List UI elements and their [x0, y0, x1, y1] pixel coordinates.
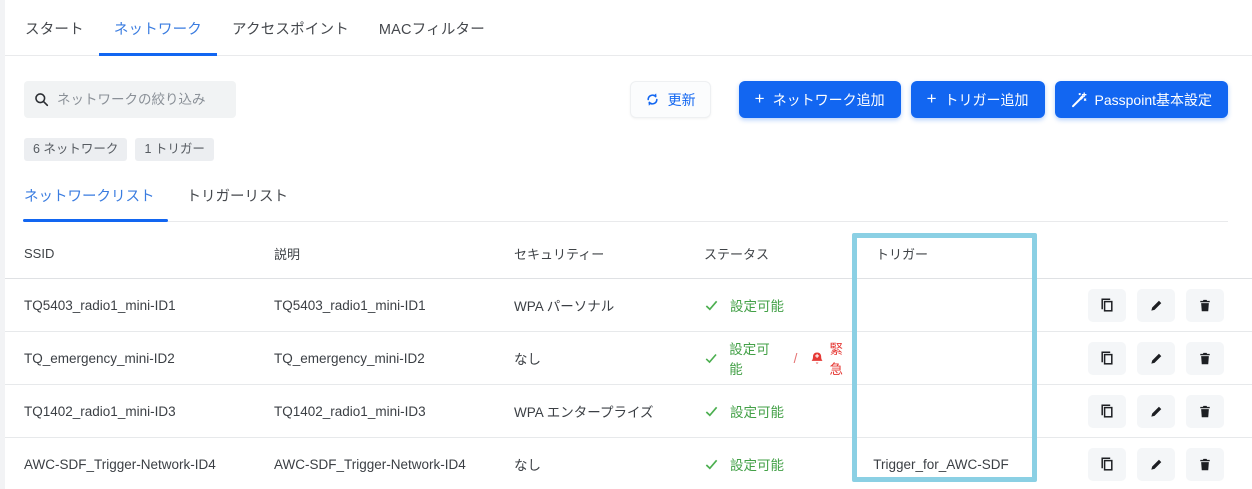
- ssid-cell: AWC-SDF_Trigger-Network-ID4: [24, 456, 216, 472]
- description-cell: TQ1402_radio1_mini-ID3: [274, 403, 426, 419]
- plus-icon: +: [754, 89, 765, 108]
- subtab-trigger-list[interactable]: トリガーリスト: [187, 171, 289, 222]
- description-cell: AWC-SDF_Trigger-Network-ID4: [274, 456, 466, 472]
- pencil-icon: [1150, 459, 1161, 470]
- copy-icon: [1101, 404, 1113, 418]
- check-icon: [705, 353, 717, 363]
- network-count-badge: 6 ネットワーク: [24, 138, 128, 161]
- pencil-icon: [1150, 300, 1161, 311]
- trigger-cell: Trigger_for_AWC-SDF: [873, 456, 1009, 472]
- summary-badges: 6 ネットワーク 1 トリガー: [0, 138, 1252, 161]
- add-network-label: ネットワーク追加: [772, 91, 885, 108]
- table-row: TQ_emergency_mini-ID2 TQ_emergency_mini-…: [0, 332, 1252, 385]
- emergency-bell-icon: [811, 351, 823, 363]
- status-label: 設定可能: [730, 458, 784, 473]
- table-row: TQ1402_radio1_mini-ID3 TQ1402_radio1_min…: [0, 385, 1252, 438]
- check-icon: [705, 406, 718, 416]
- check-icon: [705, 300, 718, 310]
- refresh-label: 更新: [667, 91, 696, 108]
- add-trigger-button[interactable]: + トリガー追加: [910, 81, 1045, 118]
- pencil-icon: [1150, 353, 1161, 364]
- trigger-count-badge: 1 トリガー: [135, 138, 214, 161]
- table-header: SSID 説明 セキュリティー ステータス トリガー: [0, 238, 1252, 279]
- passpoint-settings-button[interactable]: Passpoint基本設定: [1054, 81, 1228, 118]
- copy-button[interactable]: [1088, 447, 1126, 481]
- column-header-security: セキュリティー: [514, 247, 605, 262]
- edit-button[interactable]: [1137, 394, 1175, 428]
- column-header-description: 説明: [274, 247, 301, 262]
- copy-icon: [1101, 457, 1113, 471]
- column-header-status: ステータス: [704, 247, 770, 262]
- copy-icon: [1101, 351, 1113, 365]
- trash-icon: [1200, 352, 1210, 364]
- column-header-trigger: トリガー: [876, 247, 929, 262]
- passpoint-label: Passpoint基本設定: [1094, 91, 1212, 108]
- copy-icon: [1101, 298, 1113, 312]
- status-cell: 設定可能 / 緊急: [704, 338, 855, 378]
- trash-icon: [1200, 405, 1210, 417]
- edit-button[interactable]: [1137, 288, 1175, 322]
- row-actions: [1037, 288, 1252, 322]
- row-actions: [1037, 341, 1252, 375]
- tab-access-point[interactable]: アクセスポイント: [217, 0, 364, 55]
- column-header-ssid: SSID: [24, 246, 55, 261]
- status-separator: /: [793, 350, 798, 366]
- security-cell: なし: [514, 352, 541, 367]
- status-cell: 設定可能: [704, 401, 855, 421]
- status-cell: 設定可能: [704, 454, 855, 474]
- page-left-edge: [0, 0, 5, 489]
- emergency-status: 緊急: [810, 338, 855, 378]
- ssid-cell: TQ5403_radio1_mini-ID1: [24, 297, 176, 313]
- network-table: SSID 説明 セキュリティー ステータス トリガー TQ5403_radio1…: [0, 238, 1252, 489]
- ssid-cell: TQ1402_radio1_mini-ID3: [24, 403, 176, 419]
- tab-start[interactable]: スタート: [10, 0, 99, 55]
- magic-wand-icon: [1071, 91, 1087, 108]
- plus-icon: +: [926, 89, 937, 108]
- description-cell: TQ5403_radio1_mini-ID1: [274, 297, 426, 313]
- emergency-label: 緊急: [829, 342, 843, 377]
- pencil-icon: [1150, 406, 1161, 417]
- tab-mac-filter[interactable]: MACフィルター: [364, 0, 500, 55]
- ssid-cell: TQ_emergency_mini-ID2: [24, 350, 175, 366]
- description-cell: TQ_emergency_mini-ID2: [274, 350, 425, 366]
- security-cell: なし: [514, 458, 541, 473]
- edit-button[interactable]: [1137, 447, 1175, 481]
- status-label: 設定可能: [730, 299, 784, 314]
- copy-button[interactable]: [1088, 394, 1126, 428]
- edit-button[interactable]: [1137, 341, 1175, 375]
- subtab-network-list[interactable]: ネットワークリスト: [23, 171, 167, 222]
- status-label: 設定可能: [730, 405, 784, 420]
- delete-button[interactable]: [1186, 341, 1224, 375]
- trash-icon: [1200, 299, 1210, 311]
- add-network-button[interactable]: + ネットワーク追加: [738, 81, 901, 118]
- search-input[interactable]: [57, 92, 226, 107]
- security-cell: WPA エンタープライズ: [514, 405, 654, 420]
- network-management-page: スタート ネットワーク アクセスポイント MACフィルター ネットワークの絞り込…: [0, 0, 1252, 489]
- check-icon: [705, 459, 718, 469]
- search-icon: [34, 92, 49, 107]
- status-cell: 設定可能: [704, 295, 855, 315]
- status-label: 設定可能: [729, 342, 770, 377]
- network-filter-searchbox[interactable]: [24, 81, 236, 118]
- delete-button[interactable]: [1186, 394, 1224, 428]
- add-trigger-label: トリガー追加: [944, 91, 1029, 108]
- list-subtabs: ネットワークリスト トリガーリスト: [0, 171, 1252, 222]
- copy-button[interactable]: [1088, 341, 1126, 375]
- refresh-button[interactable]: 更新: [629, 81, 711, 118]
- tab-network[interactable]: ネットワーク: [98, 0, 218, 56]
- trash-icon: [1200, 458, 1210, 470]
- copy-button[interactable]: [1088, 288, 1126, 322]
- refresh-icon: [645, 92, 660, 107]
- main-tabbar: スタート ネットワーク アクセスポイント MACフィルター: [0, 0, 1252, 56]
- table-row: TQ5403_radio1_mini-ID1 TQ5403_radio1_min…: [0, 279, 1252, 332]
- security-cell: WPA パーソナル: [514, 299, 615, 314]
- toolbar: 更新 + ネットワーク追加 + トリガー追加 Passpoint基本設定: [0, 81, 1252, 118]
- delete-button[interactable]: [1186, 288, 1224, 322]
- table-row: AWC-SDF_Trigger-Network-ID4 AWC-SDF_Trig…: [0, 438, 1252, 489]
- row-actions: [1037, 394, 1252, 428]
- delete-button[interactable]: [1186, 447, 1224, 481]
- row-actions: [1037, 447, 1252, 481]
